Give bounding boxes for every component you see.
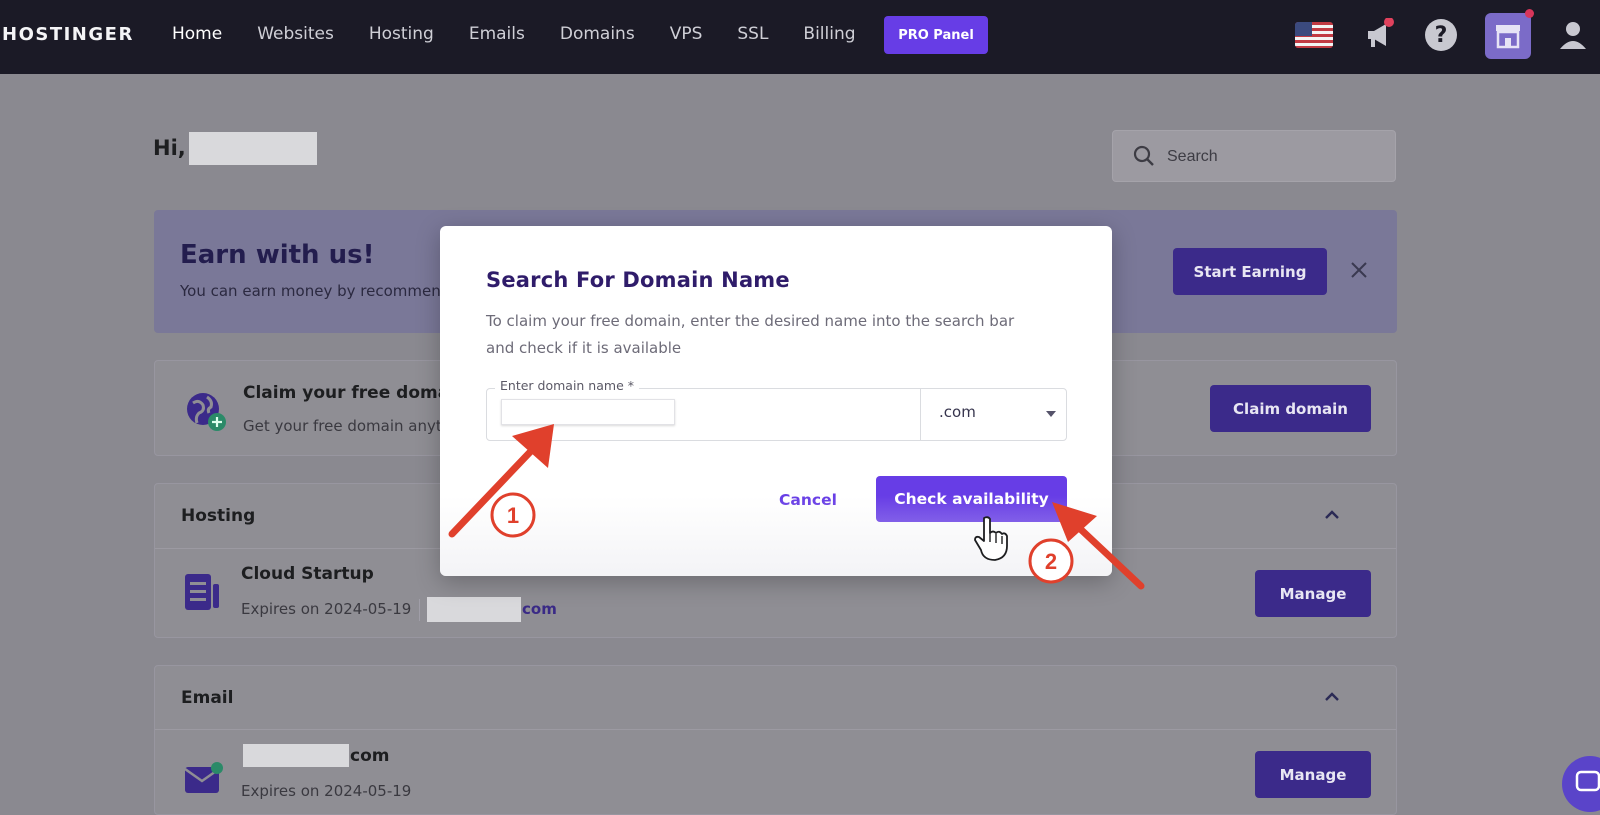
tld-select[interactable]: .com <box>920 389 1066 440</box>
hosting-section-title: Hosting <box>181 506 256 526</box>
nav-link-home[interactable]: Home <box>172 24 222 44</box>
nav-link-hosting[interactable]: Hosting <box>369 24 434 44</box>
redacted-email-domain <box>243 744 349 767</box>
chevron-up-icon[interactable] <box>1323 690 1341 704</box>
greeting-text: Hi, <box>153 136 186 160</box>
modal-title: Search For Domain Name <box>486 268 790 292</box>
store-button[interactable] <box>1485 9 1534 59</box>
email-expiry: Expires on 2024-05-19 <box>241 782 412 800</box>
domain-field-label: Enter domain name * <box>495 378 639 393</box>
domain-name-input[interactable] <box>501 399 675 425</box>
nav-link-billing[interactable]: Billing <box>803 24 855 44</box>
brand-logo[interactable]: HOSTINGER <box>2 24 134 45</box>
email-domain: com <box>350 746 390 766</box>
hosting-plan-name: Cloud Startup <box>241 564 374 584</box>
nav-links: Home Websites Hosting Emails Domains VPS… <box>172 24 891 44</box>
start-earning-button[interactable]: Start Earning <box>1173 248 1327 295</box>
search-input[interactable] <box>1165 143 1369 171</box>
megaphone-icon[interactable] <box>1363 18 1397 52</box>
email-section-title: Email <box>181 688 234 708</box>
domain-search-field: Enter domain name * .com <box>486 378 1067 441</box>
mail-icon <box>184 762 223 793</box>
email-card: Email com Expires on 2024-05-19 <box>154 665 1397 815</box>
search-domain-modal: Search For Domain Name To claim your fre… <box>440 226 1112 576</box>
earn-title: Earn with us! <box>180 240 375 270</box>
server-icon <box>185 574 219 610</box>
email-manage-button[interactable]: Manage <box>1255 751 1371 798</box>
store-icon <box>1496 25 1520 49</box>
globe-plus-icon <box>187 393 226 431</box>
hosting-expiry: Expires on 2024-05-19 <box>241 600 412 618</box>
caret-down-icon <box>1046 411 1056 417</box>
claim-domain-button[interactable]: Claim domain <box>1210 385 1371 432</box>
hosting-domain-link[interactable]: com <box>522 600 557 618</box>
help-icon[interactable]: ? <box>1425 19 1457 51</box>
close-icon[interactable] <box>1349 260 1369 280</box>
modal-description: To claim your free domain, enter the des… <box>486 312 1015 357</box>
pro-panel-button[interactable]: PRO Panel <box>884 16 988 54</box>
top-nav: HOSTINGER Home Websites Hosting Emails D… <box>0 0 1600 74</box>
claim-domain-description: Get your free domain anyti <box>243 417 446 435</box>
redacted-domain <box>427 597 521 622</box>
notification-dot <box>1525 9 1534 18</box>
user-icon[interactable] <box>1556 18 1590 52</box>
earn-description: You can earn money by recommenc <box>180 282 449 300</box>
redacted-username <box>189 132 317 165</box>
chat-icon <box>1575 770 1600 792</box>
us-flag-icon[interactable] <box>1295 22 1333 48</box>
chevron-up-icon[interactable] <box>1323 508 1341 522</box>
tld-value: .com <box>939 403 976 421</box>
nav-link-vps[interactable]: VPS <box>670 24 703 44</box>
nav-link-websites[interactable]: Websites <box>257 24 334 44</box>
search-box[interactable] <box>1112 130 1396 182</box>
claim-domain-title: Claim your free domai <box>243 383 456 403</box>
cancel-button[interactable]: Cancel <box>758 478 858 522</box>
check-availability-button[interactable]: Check availability <box>876 476 1067 522</box>
separator <box>419 599 420 621</box>
hosting-manage-button[interactable]: Manage <box>1255 570 1371 617</box>
nav-link-emails[interactable]: Emails <box>469 24 525 44</box>
nav-link-ssl[interactable]: SSL <box>737 24 768 44</box>
search-icon <box>1133 145 1154 166</box>
divider <box>155 729 1396 730</box>
nav-link-domains[interactable]: Domains <box>560 24 635 44</box>
greeting: Hi, <box>153 136 186 160</box>
